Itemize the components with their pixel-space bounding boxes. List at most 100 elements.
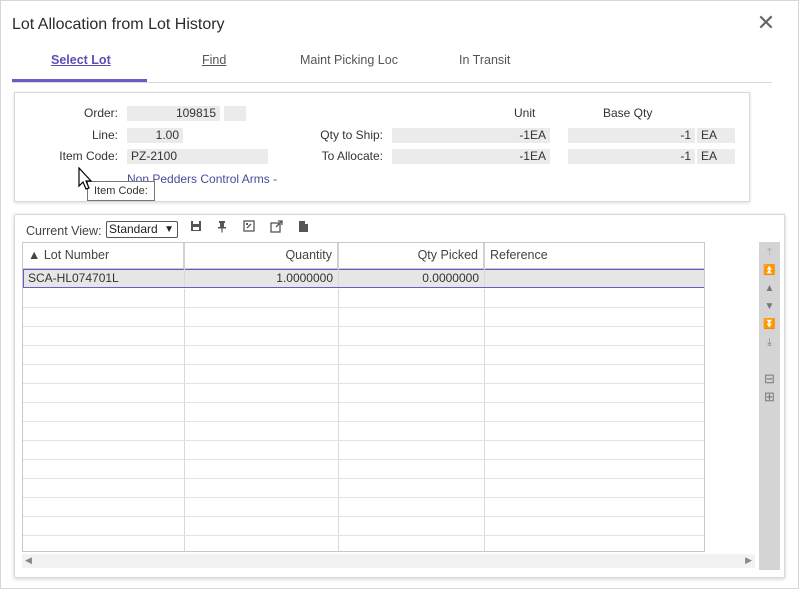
grid-navigation-bar: ⤒ ⏫ ▲ ▼ ⏬ ⤓ ⊟ ⊞ [759, 242, 780, 570]
expand-icon[interactable]: ⊞ [762, 390, 777, 404]
lot-grid-panel: Current View: Standard ▼ ▲ Lot Number Qu… [14, 214, 785, 578]
grid-cell [339, 460, 485, 478]
grid-cell [339, 498, 485, 516]
grid-cell [185, 384, 339, 402]
quantity-cell: 1.0000000 [185, 269, 339, 287]
grid-cell [339, 441, 485, 459]
grid-cell [23, 498, 185, 516]
grid-cell [23, 536, 185, 551]
table-row[interactable] [23, 479, 704, 498]
save-icon[interactable] [188, 220, 204, 236]
reference-cell [485, 269, 704, 287]
page-up-icon[interactable]: ⏫ [762, 264, 777, 278]
grid-cell [339, 517, 485, 535]
grid-cell [23, 346, 185, 364]
qty-to-ship-uom-field: EA [697, 128, 735, 143]
horizontal-scrollbar[interactable]: ◀ ▶ [22, 554, 755, 568]
grid-cell [23, 384, 185, 402]
table-row[interactable] [23, 441, 704, 460]
edit-view-icon[interactable] [241, 220, 257, 236]
grid-cell [485, 441, 704, 459]
column-header-reference[interactable]: Reference [485, 243, 704, 269]
grid-cell [485, 346, 704, 364]
table-row[interactable] [23, 289, 704, 308]
collapse-icon[interactable]: ⊟ [762, 372, 777, 386]
grid-cell [23, 479, 185, 497]
close-icon[interactable]: ✕ [756, 12, 776, 34]
down-icon[interactable]: ▼ [762, 300, 777, 314]
document-icon[interactable] [295, 220, 311, 236]
tab-maint-picking-loc[interactable]: Maint Picking Loc [300, 53, 398, 67]
qty-to-ship-base-field: -1 [568, 128, 695, 143]
last-icon[interactable]: ⤓ [762, 336, 777, 350]
table-row[interactable] [23, 346, 704, 365]
table-row[interactable] [23, 422, 704, 441]
current-view-value: Standard [109, 222, 158, 236]
table-row[interactable] [23, 536, 704, 551]
lot-header-panel: Order: 109815 Line: 1.00 Item Code: PZ-2… [14, 92, 750, 202]
qty-to-ship-label: Qty to Ship: [320, 128, 383, 142]
tab-in-transit[interactable]: In Transit [459, 53, 510, 67]
page-down-icon[interactable]: ⏬ [762, 318, 777, 332]
export-icon[interactable] [268, 220, 284, 236]
grid-cell [185, 308, 339, 326]
dialog-title: Lot Allocation from Lot History [12, 16, 225, 33]
to-allocate-label: To Allocate: [321, 149, 383, 163]
grid-cell [185, 517, 339, 535]
table-row[interactable] [23, 327, 704, 346]
grid-cell [485, 384, 704, 402]
column-header-lot-number[interactable]: ▲ Lot Number [23, 243, 185, 269]
chevron-down-icon: ▼ [164, 224, 174, 235]
table-row[interactable] [23, 498, 704, 517]
qty-picked-cell: 0.0000000 [339, 269, 485, 287]
grid-cell [23, 517, 185, 535]
pin-icon[interactable] [214, 220, 230, 236]
qty-to-ship-unit-field: -1EA [392, 128, 550, 143]
column-header-qty-picked[interactable]: Qty Picked [339, 243, 485, 269]
lot-allocation-dialog: Lot Allocation from Lot History ✕ Select… [0, 0, 799, 589]
column-header-quantity[interactable]: Quantity [185, 243, 339, 269]
grid-cell [339, 365, 485, 383]
line-label: Line: [91, 128, 118, 142]
tab-find[interactable]: Find [202, 53, 226, 67]
grid-cell [339, 308, 485, 326]
table-row[interactable] [23, 384, 704, 403]
table-row[interactable] [23, 308, 704, 327]
grid-cell [339, 479, 485, 497]
order-label: Order: [83, 106, 118, 120]
grid-cell [339, 403, 485, 421]
grid-header-row: ▲ Lot Number Quantity Qty Picked Referen… [23, 243, 704, 269]
tab-bar: Select Lot Find Maint Picking Loc In Tra… [12, 45, 772, 83]
grid-cell [23, 403, 185, 421]
grid-cell [185, 327, 339, 345]
scroll-right-icon[interactable]: ▶ [745, 555, 752, 566]
grid-cell [485, 498, 704, 516]
grid-cell [185, 536, 339, 551]
grid-cell [339, 289, 485, 307]
to-allocate-unit-field: -1EA [392, 149, 550, 164]
grid-cell [339, 346, 485, 364]
base-qty-column-header: Base Qty [603, 106, 653, 120]
grid-cell [485, 479, 704, 497]
table-row[interactable] [23, 517, 704, 536]
item-code-field: PZ-2100 [127, 149, 268, 164]
up-icon[interactable]: ▲ [762, 282, 777, 296]
grid-cell [185, 460, 339, 478]
grid-cell [485, 422, 704, 440]
grid-cell [485, 460, 704, 478]
scroll-left-icon[interactable]: ◀ [25, 555, 32, 566]
item-code-tooltip: Item Code: [87, 181, 155, 201]
grid-cell [185, 498, 339, 516]
first-icon[interactable]: ⤒ [762, 246, 777, 260]
lot-grid: ▲ Lot Number Quantity Qty Picked Referen… [22, 242, 705, 552]
tab-select-lot[interactable]: Select Lot [51, 53, 111, 67]
grid-cell [485, 403, 704, 421]
grid-cell [23, 365, 185, 383]
table-row[interactable] [23, 460, 704, 479]
table-row[interactable] [23, 365, 704, 384]
line-field: 1.00 [127, 128, 183, 143]
table-row[interactable] [23, 403, 704, 422]
grid-cell [185, 479, 339, 497]
table-row[interactable]: SCA-HL074701L 1.0000000 0.0000000 [23, 269, 704, 288]
current-view-select[interactable]: Standard ▼ [106, 221, 178, 238]
